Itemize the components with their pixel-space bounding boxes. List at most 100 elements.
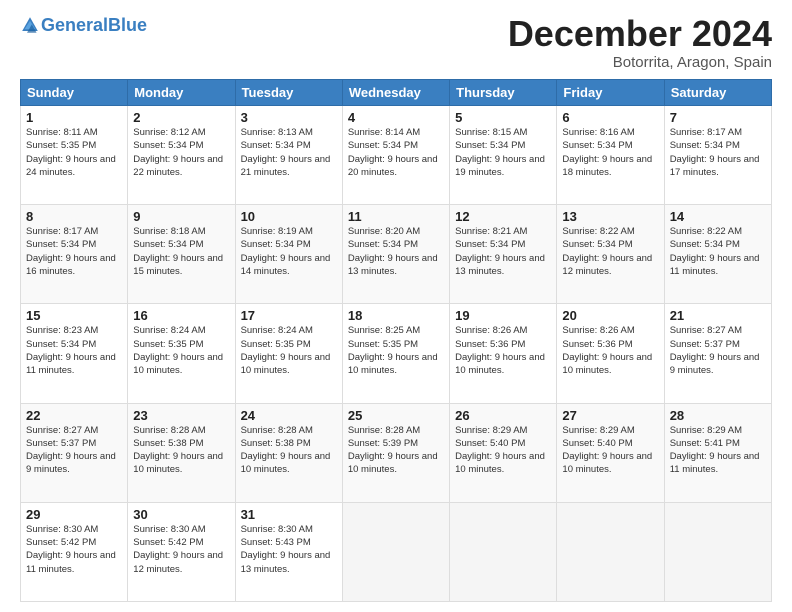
col-saturday: Saturday bbox=[664, 80, 771, 106]
table-row: 29Sunrise: 8:30 AMSunset: 5:42 PMDayligh… bbox=[21, 502, 128, 601]
day-info: Sunrise: 8:24 AMSunset: 5:35 PMDaylight:… bbox=[241, 324, 337, 377]
day-info: Sunrise: 8:18 AMSunset: 5:34 PMDaylight:… bbox=[133, 225, 229, 278]
day-info: Sunrise: 8:22 AMSunset: 5:34 PMDaylight:… bbox=[670, 225, 766, 278]
day-number: 4 bbox=[348, 110, 444, 125]
day-number: 12 bbox=[455, 209, 551, 224]
header: GeneralBlue December 2024 Botorrita, Ara… bbox=[20, 16, 772, 71]
day-info: Sunrise: 8:21 AMSunset: 5:34 PMDaylight:… bbox=[455, 225, 551, 278]
title-area: December 2024 Botorrita, Aragon, Spain bbox=[508, 16, 772, 71]
day-info: Sunrise: 8:20 AMSunset: 5:34 PMDaylight:… bbox=[348, 225, 444, 278]
location: Botorrita, Aragon, Spain bbox=[508, 54, 772, 71]
logo-text: GeneralBlue bbox=[41, 16, 147, 34]
calendar-week-row: 22Sunrise: 8:27 AMSunset: 5:37 PMDayligh… bbox=[21, 403, 772, 502]
logo-general: General bbox=[41, 15, 108, 35]
table-row: 18Sunrise: 8:25 AMSunset: 5:35 PMDayligh… bbox=[342, 304, 449, 403]
logo: GeneralBlue bbox=[20, 16, 147, 34]
day-number: 17 bbox=[241, 308, 337, 323]
day-number: 21 bbox=[670, 308, 766, 323]
table-row: 19Sunrise: 8:26 AMSunset: 5:36 PMDayligh… bbox=[450, 304, 557, 403]
day-number: 13 bbox=[562, 209, 658, 224]
table-row: 6Sunrise: 8:16 AMSunset: 5:34 PMDaylight… bbox=[557, 106, 664, 205]
calendar-header-row: Sunday Monday Tuesday Wednesday Thursday… bbox=[21, 80, 772, 106]
day-number: 23 bbox=[133, 408, 229, 423]
calendar-week-row: 29Sunrise: 8:30 AMSunset: 5:42 PMDayligh… bbox=[21, 502, 772, 601]
table-row: 14Sunrise: 8:22 AMSunset: 5:34 PMDayligh… bbox=[664, 205, 771, 304]
col-thursday: Thursday bbox=[450, 80, 557, 106]
day-number: 26 bbox=[455, 408, 551, 423]
day-number: 14 bbox=[670, 209, 766, 224]
day-info: Sunrise: 8:26 AMSunset: 5:36 PMDaylight:… bbox=[455, 324, 551, 377]
day-info: Sunrise: 8:22 AMSunset: 5:34 PMDaylight:… bbox=[562, 225, 658, 278]
table-row: 28Sunrise: 8:29 AMSunset: 5:41 PMDayligh… bbox=[664, 403, 771, 502]
table-row: 11Sunrise: 8:20 AMSunset: 5:34 PMDayligh… bbox=[342, 205, 449, 304]
table-row: 23Sunrise: 8:28 AMSunset: 5:38 PMDayligh… bbox=[128, 403, 235, 502]
day-number: 20 bbox=[562, 308, 658, 323]
day-info: Sunrise: 8:12 AMSunset: 5:34 PMDaylight:… bbox=[133, 126, 229, 179]
table-row: 24Sunrise: 8:28 AMSunset: 5:38 PMDayligh… bbox=[235, 403, 342, 502]
table-row: 10Sunrise: 8:19 AMSunset: 5:34 PMDayligh… bbox=[235, 205, 342, 304]
day-info: Sunrise: 8:13 AMSunset: 5:34 PMDaylight:… bbox=[241, 126, 337, 179]
col-wednesday: Wednesday bbox=[342, 80, 449, 106]
month-title: December 2024 bbox=[508, 16, 772, 52]
day-number: 6 bbox=[562, 110, 658, 125]
table-row: 17Sunrise: 8:24 AMSunset: 5:35 PMDayligh… bbox=[235, 304, 342, 403]
day-number: 16 bbox=[133, 308, 229, 323]
day-number: 5 bbox=[455, 110, 551, 125]
day-info: Sunrise: 8:17 AMSunset: 5:34 PMDaylight:… bbox=[670, 126, 766, 179]
day-number: 29 bbox=[26, 507, 122, 522]
table-row: 30Sunrise: 8:30 AMSunset: 5:42 PMDayligh… bbox=[128, 502, 235, 601]
table-row: 5Sunrise: 8:15 AMSunset: 5:34 PMDaylight… bbox=[450, 106, 557, 205]
calendar-week-row: 8Sunrise: 8:17 AMSunset: 5:34 PMDaylight… bbox=[21, 205, 772, 304]
day-number: 9 bbox=[133, 209, 229, 224]
table-row bbox=[557, 502, 664, 601]
day-info: Sunrise: 8:29 AMSunset: 5:40 PMDaylight:… bbox=[562, 424, 658, 477]
table-row: 13Sunrise: 8:22 AMSunset: 5:34 PMDayligh… bbox=[557, 205, 664, 304]
col-friday: Friday bbox=[557, 80, 664, 106]
day-number: 8 bbox=[26, 209, 122, 224]
table-row: 27Sunrise: 8:29 AMSunset: 5:40 PMDayligh… bbox=[557, 403, 664, 502]
day-info: Sunrise: 8:11 AMSunset: 5:35 PMDaylight:… bbox=[26, 126, 122, 179]
day-number: 25 bbox=[348, 408, 444, 423]
day-number: 7 bbox=[670, 110, 766, 125]
day-number: 30 bbox=[133, 507, 229, 522]
table-row: 26Sunrise: 8:29 AMSunset: 5:40 PMDayligh… bbox=[450, 403, 557, 502]
table-row bbox=[342, 502, 449, 601]
day-number: 27 bbox=[562, 408, 658, 423]
day-info: Sunrise: 8:27 AMSunset: 5:37 PMDaylight:… bbox=[26, 424, 122, 477]
day-info: Sunrise: 8:28 AMSunset: 5:38 PMDaylight:… bbox=[241, 424, 337, 477]
table-row: 2Sunrise: 8:12 AMSunset: 5:34 PMDaylight… bbox=[128, 106, 235, 205]
day-number: 18 bbox=[348, 308, 444, 323]
day-number: 24 bbox=[241, 408, 337, 423]
day-number: 31 bbox=[241, 507, 337, 522]
day-info: Sunrise: 8:27 AMSunset: 5:37 PMDaylight:… bbox=[670, 324, 766, 377]
day-info: Sunrise: 8:28 AMSunset: 5:39 PMDaylight:… bbox=[348, 424, 444, 477]
day-info: Sunrise: 8:15 AMSunset: 5:34 PMDaylight:… bbox=[455, 126, 551, 179]
logo-icon bbox=[21, 16, 39, 34]
table-row: 12Sunrise: 8:21 AMSunset: 5:34 PMDayligh… bbox=[450, 205, 557, 304]
day-info: Sunrise: 8:19 AMSunset: 5:34 PMDaylight:… bbox=[241, 225, 337, 278]
page: GeneralBlue December 2024 Botorrita, Ara… bbox=[0, 0, 792, 612]
table-row: 3Sunrise: 8:13 AMSunset: 5:34 PMDaylight… bbox=[235, 106, 342, 205]
col-monday: Monday bbox=[128, 80, 235, 106]
day-number: 19 bbox=[455, 308, 551, 323]
calendar-week-row: 15Sunrise: 8:23 AMSunset: 5:34 PMDayligh… bbox=[21, 304, 772, 403]
day-number: 22 bbox=[26, 408, 122, 423]
day-info: Sunrise: 8:25 AMSunset: 5:35 PMDaylight:… bbox=[348, 324, 444, 377]
col-sunday: Sunday bbox=[21, 80, 128, 106]
table-row: 7Sunrise: 8:17 AMSunset: 5:34 PMDaylight… bbox=[664, 106, 771, 205]
day-info: Sunrise: 8:28 AMSunset: 5:38 PMDaylight:… bbox=[133, 424, 229, 477]
day-info: Sunrise: 8:26 AMSunset: 5:36 PMDaylight:… bbox=[562, 324, 658, 377]
table-row: 22Sunrise: 8:27 AMSunset: 5:37 PMDayligh… bbox=[21, 403, 128, 502]
day-number: 3 bbox=[241, 110, 337, 125]
col-tuesday: Tuesday bbox=[235, 80, 342, 106]
table-row bbox=[664, 502, 771, 601]
day-number: 1 bbox=[26, 110, 122, 125]
day-info: Sunrise: 8:14 AMSunset: 5:34 PMDaylight:… bbox=[348, 126, 444, 179]
day-info: Sunrise: 8:30 AMSunset: 5:43 PMDaylight:… bbox=[241, 523, 337, 576]
table-row: 16Sunrise: 8:24 AMSunset: 5:35 PMDayligh… bbox=[128, 304, 235, 403]
table-row: 8Sunrise: 8:17 AMSunset: 5:34 PMDaylight… bbox=[21, 205, 128, 304]
day-info: Sunrise: 8:29 AMSunset: 5:40 PMDaylight:… bbox=[455, 424, 551, 477]
table-row: 25Sunrise: 8:28 AMSunset: 5:39 PMDayligh… bbox=[342, 403, 449, 502]
day-number: 10 bbox=[241, 209, 337, 224]
day-number: 11 bbox=[348, 209, 444, 224]
